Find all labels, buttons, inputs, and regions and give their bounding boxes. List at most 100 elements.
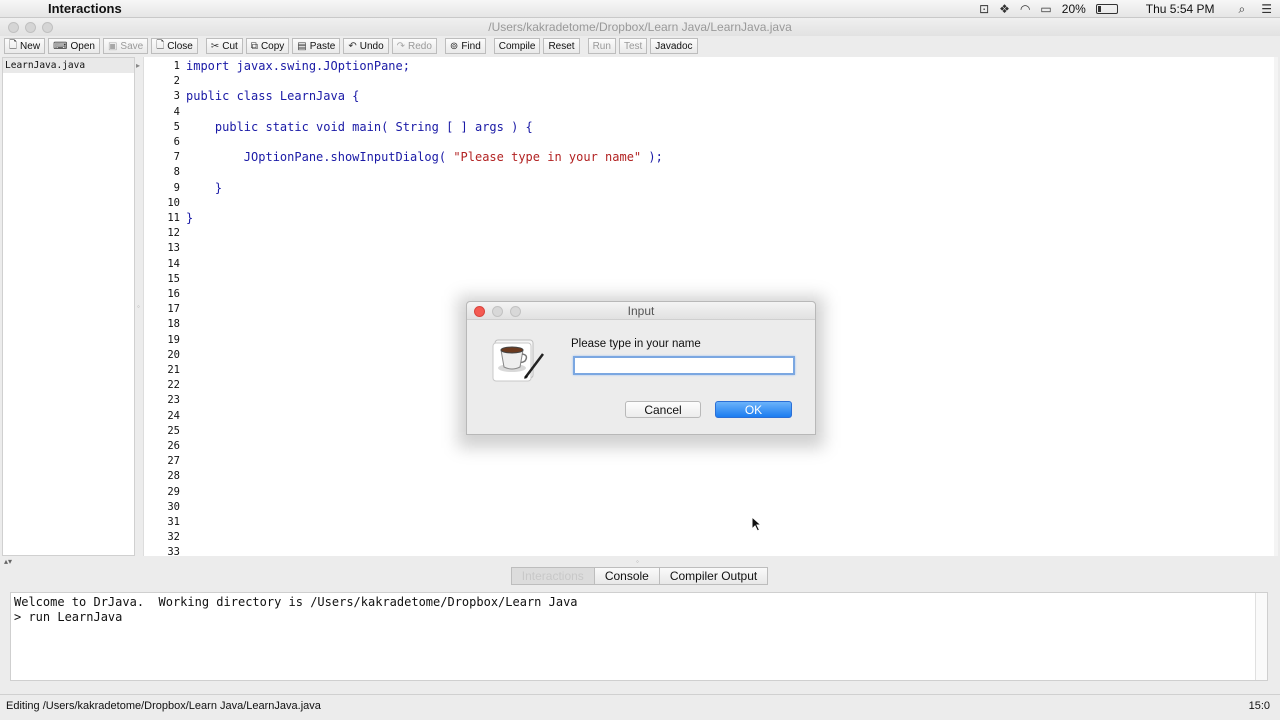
code-line: } [186, 211, 193, 225]
reset-button[interactable]: Reset [543, 38, 580, 54]
line-number: 33 [167, 546, 180, 556]
editor-scrollbar[interactable] [1274, 57, 1278, 556]
line-number: 15 [167, 272, 180, 285]
toolbar-button-label: Find [461, 40, 481, 52]
tab-compiler-output[interactable]: Compiler Output [658, 567, 769, 585]
compile-button[interactable]: Compile [493, 38, 541, 54]
save-icon: ▣ [107, 40, 118, 52]
line-number: 29 [167, 485, 180, 498]
open-folder-icon: ⌨ [53, 40, 68, 52]
toolbar-button-label: Compile [498, 40, 536, 52]
battery-percent: 20% [1061, 2, 1086, 16]
toolbar-button-label: Undo [359, 40, 384, 52]
toolbar: 🗋 New ⌨ Open ▣ Save 🗋 Close ✂ Cut ⧉ Copy ▤ Paste ↶ Undo… [0, 36, 1280, 56]
line-number: 10 [167, 196, 180, 209]
redo-button: ↷ Redo [391, 38, 437, 54]
tab-interactions[interactable]: Interactions [510, 567, 595, 585]
clock[interactable]: Thu 5:54 PM [1146, 2, 1215, 16]
window-title-bar: /Users/kakradetome/Dropbox/Learn Java/Le… [0, 18, 1280, 36]
dialog-message: Please type in your name [571, 338, 701, 350]
toolbar-button-label: Paste [309, 40, 336, 52]
airplay-icon[interactable]: ▭ [1040, 2, 1051, 16]
dropbox-icon[interactable]: ❖ [999, 2, 1010, 16]
line-number: 4 [173, 105, 180, 118]
line-number: 21 [167, 364, 180, 376]
new-button[interactable]: 🗋 New [4, 38, 46, 54]
find-button[interactable]: ⊚ Find [444, 38, 486, 54]
copy-button[interactable]: ⧉ Copy [245, 38, 290, 54]
wifi-icon[interactable]: ◠ [1020, 2, 1030, 16]
string-literal: "Please type in your name" [453, 150, 642, 165]
battery-level [1097, 6, 1102, 12]
status-text: Editing /Users/kakradetome/Dropbox/Learn… [6, 700, 321, 712]
cursor-position: 15:0 [1248, 700, 1270, 712]
open-button[interactable]: ⌨ Open [48, 38, 100, 54]
run-button: Run [587, 38, 616, 54]
line-number: 8 [173, 166, 180, 179]
undo-icon: ↶ [348, 40, 357, 52]
line-number: 13 [167, 242, 180, 255]
line-number: 28 [167, 470, 180, 483]
code-token: } [186, 211, 194, 225]
interactions-line: > run LearnJava [14, 610, 123, 624]
file-list-pane: LearnJava.java [2, 57, 135, 556]
tab-console[interactable]: Console [593, 567, 660, 585]
save-button: ▣ Save [102, 38, 149, 54]
javadoc-button[interactable]: Javadoc [650, 38, 698, 54]
line-number: 14 [167, 257, 180, 270]
toolbar-button-label: Open [70, 40, 95, 52]
line-number: 19 [167, 333, 180, 346]
code-token: public class LearnJava { [186, 89, 360, 104]
app-menu[interactable]: Interactions [48, 1, 122, 16]
line-number: 3 [173, 90, 180, 103]
line-number: 5 [173, 120, 180, 133]
toolbar-button-label: Javadoc [655, 40, 693, 52]
bottom-tab-bar: Interactions Console Compiler Output [0, 567, 1280, 587]
collapse-arrows-icon[interactable]: ▴▾ [4, 557, 12, 566]
dialog-title: Input [627, 304, 655, 318]
splitter-grip-icon[interactable]: ◦ [137, 302, 140, 311]
line-number-gutter: 1 2 3 4 5 6 7 8 9 10 11 12 13 14 15 16 17 18 19 20 21 22 23 24 2… [144, 57, 180, 556]
binoculars-icon: ⊚ [449, 40, 459, 52]
code-line: } [186, 181, 222, 195]
close-button[interactable]: 🗋 Close [151, 38, 198, 54]
interactions-scrollbar[interactable] [1255, 593, 1267, 680]
ok-button[interactable]: OK [715, 401, 792, 418]
expand-arrow-icon[interactable]: ▸ [136, 61, 140, 70]
undo-button[interactable]: ↶ Undo [343, 38, 389, 54]
line-number: 27 [167, 455, 180, 468]
line-number: 6 [173, 136, 180, 148]
line-number: 32 [167, 531, 180, 544]
paste-icon: ▤ [297, 40, 307, 52]
code-token: JOptionPane.showInputDialog( [186, 150, 454, 165]
line-number: 1 [173, 60, 180, 72]
line-number: 31 [167, 516, 180, 528]
mouse-pointer-icon [751, 516, 763, 532]
code-token: public static void main( String [ ] args… [186, 119, 533, 134]
line-number: 7 [173, 151, 180, 164]
cancel-button[interactable]: Cancel [625, 401, 701, 418]
splitter-grip-icon[interactable]: ◦ [636, 557, 639, 566]
interactions-line: Welcome to DrJava. Working directory is … [14, 595, 578, 609]
status-bar: Editing /Users/kakradetome/Dropbox/Learn… [0, 694, 1280, 720]
line-number: 23 [167, 394, 180, 407]
horizontal-splitter[interactable] [0, 556, 1280, 566]
paste-button[interactable]: ▤ Paste [292, 38, 341, 54]
line-number: 26 [167, 440, 180, 452]
name-input[interactable] [573, 356, 795, 375]
scissors-icon: ✂ [210, 40, 220, 52]
toolbar-button-label: Close [167, 40, 193, 52]
screen-record-icon[interactable]: ⊡ [979, 2, 989, 16]
battery-icon[interactable] [1095, 4, 1118, 14]
cut-button[interactable]: ✂ Cut [205, 38, 243, 54]
menu-extras: ⊡ ❖ ◠ ▭ 20% Thu 5:54 PM ⌕ ☰ [979, 0, 1272, 18]
test-button: Test [618, 38, 648, 54]
input-dialog: Input Please type in your name Cancel OK [466, 301, 816, 435]
toolbar-button-label: Redo [408, 40, 432, 52]
spotlight-search-icon[interactable]: ⌕ [1239, 2, 1246, 17]
toolbar-button-label: Copy [260, 40, 285, 52]
toolbar-button-label: New [20, 40, 41, 52]
interactions-pane[interactable]: Welcome to DrJava. Working directory is … [10, 592, 1268, 681]
file-item-learnjava[interactable]: LearnJava.java [3, 58, 134, 73]
notification-center-icon[interactable]: ☰ [1261, 2, 1272, 16]
